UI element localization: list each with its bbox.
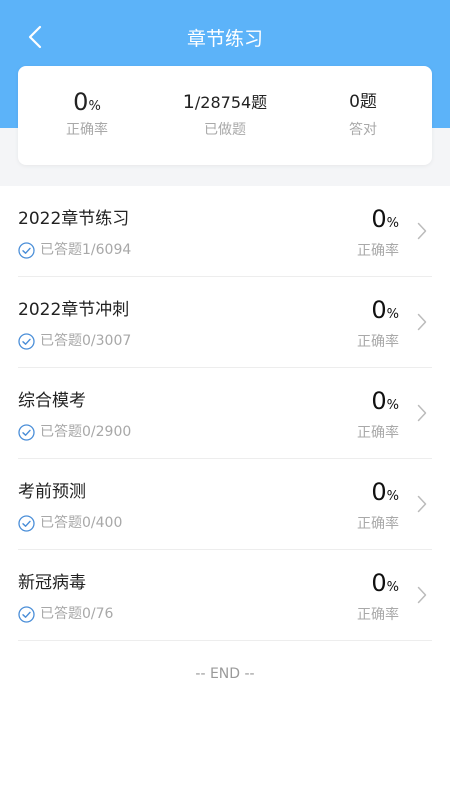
chapter-rate-value: 0 <box>371 205 387 233</box>
chapter-rate-unit: % <box>386 307 399 322</box>
chapter-rate: 0% 正确率 <box>357 568 399 626</box>
check-circle-icon <box>18 605 35 623</box>
chapter-rate-label: 正确率 <box>357 516 399 532</box>
chapter-row[interactable]: 新冠病毒 已答题0/76 0% 正确率 <box>18 550 432 641</box>
stat-accuracy-value: 0 <box>73 88 89 116</box>
stat-correct-value: 0题 <box>349 92 377 112</box>
stat-done-total: /28754题 <box>194 93 268 112</box>
list-end-marker: -- END -- <box>195 666 255 682</box>
chevron-right-icon <box>416 403 428 423</box>
check-circle-icon <box>18 241 35 259</box>
chapter-row[interactable]: 考前预测 已答题0/400 0% 正确率 <box>18 459 432 550</box>
chapter-name: 2022章节冲刺 <box>18 300 130 320</box>
chapter-rate-unit: % <box>386 580 399 595</box>
chapter-rate-label: 正确率 <box>357 243 399 259</box>
chapter-rate-unit: % <box>386 398 399 413</box>
stats-card: 0% 正确率 1/28754题 已做题 0题 答对 <box>18 66 432 165</box>
chapter-rate-value: 0 <box>371 478 387 506</box>
chapter-rate-value: 0 <box>371 569 387 597</box>
chapter-rate-label: 正确率 <box>357 425 399 441</box>
stat-accuracy: 0% 正确率 <box>18 88 156 140</box>
chapter-rate: 0% 正确率 <box>357 477 399 535</box>
chapter-row[interactable]: 2022章节冲刺 已答题0/3007 0% 正确率 <box>18 277 432 368</box>
chapter-progress: 已答题0/2900 <box>18 421 131 443</box>
chapter-progress-text: 已答题0/2900 <box>40 424 132 440</box>
chapter-rate-value: 0 <box>371 296 387 324</box>
stat-correct-label: 答对 <box>349 122 377 138</box>
chapter-progress-text: 已答题0/3007 <box>40 333 132 349</box>
chapter-rate-label: 正确率 <box>357 334 399 350</box>
page-title: 章节练习 <box>186 28 263 50</box>
chevron-right-icon <box>416 494 428 514</box>
chapter-row[interactable]: 综合模考 已答题0/2900 0% 正确率 <box>18 368 432 459</box>
chapter-rate-unit: % <box>386 216 399 231</box>
chapter-rate-value: 0 <box>371 387 387 415</box>
stat-done-label: 已做题 <box>204 122 246 138</box>
chevron-right-icon <box>416 221 428 241</box>
check-circle-icon <box>18 332 35 350</box>
chapter-progress-text: 已答题0/400 <box>40 515 123 531</box>
stat-accuracy-unit: % <box>88 99 101 114</box>
chapter-progress-text: 已答题0/76 <box>40 606 114 622</box>
stat-done: 1/28754题 已做题 <box>156 88 294 140</box>
chapter-rate-unit: % <box>386 489 399 504</box>
stat-correct: 0题 答对 <box>294 88 432 140</box>
chapter-name: 综合模考 <box>18 391 86 411</box>
chapter-progress: 已答题0/400 <box>18 512 122 534</box>
chapter-name: 新冠病毒 <box>18 573 86 593</box>
chapter-row[interactable]: 2022章节练习 已答题1/6094 0% 正确率 <box>18 186 432 277</box>
chapter-progress: 已答题0/76 <box>18 603 113 625</box>
stat-accuracy-label: 正确率 <box>66 122 108 138</box>
chapter-progress-text: 已答题1/6094 <box>40 242 132 258</box>
check-circle-icon <box>18 514 35 532</box>
chapter-progress: 已答题0/3007 <box>18 330 131 352</box>
chapter-list: 2022章节练习 已答题1/6094 0% 正确率 2022章节冲刺 已答题0/… <box>18 186 432 641</box>
check-circle-icon <box>18 423 35 441</box>
stat-done-value: 1 <box>182 91 195 113</box>
chapter-rate: 0% 正确率 <box>357 204 399 262</box>
chapter-rate-label: 正确率 <box>357 607 399 623</box>
chapter-rate: 0% 正确率 <box>357 386 399 444</box>
chapter-name: 考前预测 <box>18 482 86 502</box>
chevron-right-icon <box>416 312 428 332</box>
chapter-name: 2022章节练习 <box>18 209 130 229</box>
chapter-rate: 0% 正确率 <box>357 295 399 353</box>
chevron-right-icon <box>416 585 428 605</box>
chapter-progress: 已答题1/6094 <box>18 239 131 261</box>
